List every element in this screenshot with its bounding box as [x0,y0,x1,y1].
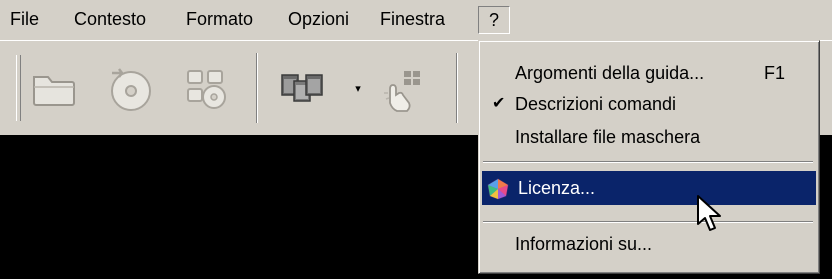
menu-item-label: Licenza... [518,178,596,198]
menu-help[interactable]: ? [478,6,510,34]
open-folder-icon[interactable] [28,63,80,115]
menu-finestra[interactable]: Finestra [380,6,445,32]
license-gem-icon [486,177,510,200]
menu-formato[interactable]: Formato [186,6,253,32]
menu-contesto[interactable]: Contesto [74,6,146,32]
checkmark-icon: ✔ [492,95,506,112]
toolbar-grip[interactable] [16,55,21,121]
toolbar-separator [456,53,458,123]
mouse-cursor-icon [696,194,726,236]
menu-separator [483,221,813,223]
multi-disc-icon[interactable] [180,63,232,115]
menu-item-label: Informazioni su... [515,234,653,254]
windows-arrange-icon[interactable] [276,63,328,115]
menu-item-licenza[interactable]: Licenza... [482,171,816,205]
menu-separator [483,161,813,163]
shortcut-label: F1 [764,63,786,83]
menu-item-label: Descrizioni comandi [515,94,677,114]
touch-hand-icon[interactable] [378,63,430,115]
menu-file[interactable]: File [10,6,39,32]
cd-disc-icon[interactable] [104,63,156,115]
menu-opzioni[interactable]: Opzioni [288,6,349,32]
menu-item-installare-file-maschera[interactable]: Installare file maschera [482,120,816,154]
menu-bar: File Contesto Formato Opzioni Finestra ? [0,0,832,40]
menu-item-descrizioni-comandi[interactable]: ✔ Descrizioni comandi [482,87,816,121]
toolbar-dropdown-arrow[interactable]: ▾ [348,79,368,99]
menu-item-argomenti-guida[interactable]: Argomenti della guida... F1 [482,56,816,90]
help-menu-dropdown: Argomenti della guida... F1 ✔ Descrizion… [478,40,820,274]
toolbar-separator [256,53,258,123]
menu-item-informazioni-su[interactable]: Informazioni su... [482,227,816,261]
menu-item-label: Installare file maschera [515,127,701,147]
menu-item-label: Argomenti della guida... [515,63,705,83]
